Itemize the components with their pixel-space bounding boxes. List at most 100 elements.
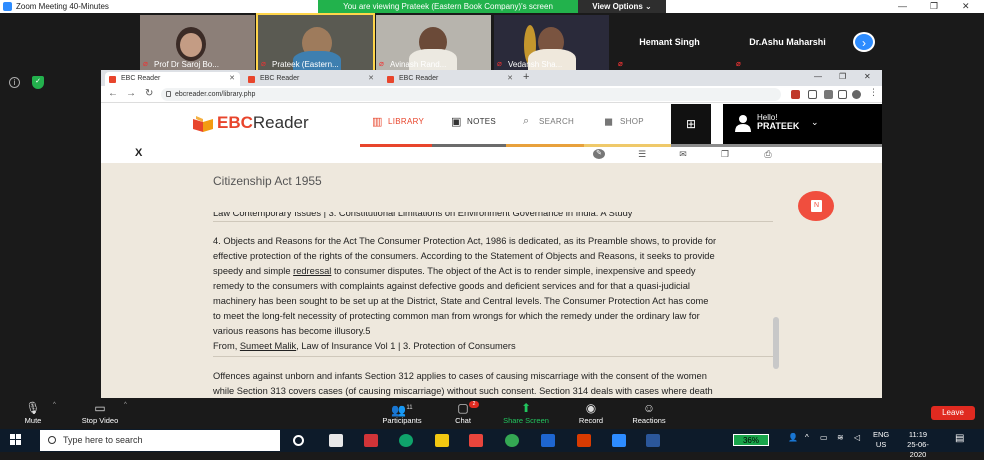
chevron-up-icon[interactable]: ^ — [53, 402, 56, 408]
tab-close-icon[interactable]: ✕ — [229, 72, 235, 86]
tab-label: EBC Reader — [260, 75, 300, 82]
windows-start-icon[interactable] — [10, 434, 22, 446]
store-icon[interactable] — [329, 434, 343, 447]
new-tab-icon[interactable]: + — [523, 71, 529, 83]
notifications-icon[interactable]: ▤ — [955, 433, 964, 444]
user-menu-button[interactable]: Hello! PRATEEK ⌄ — [723, 104, 882, 144]
taskbar-clock[interactable]: 11:19 25-06-2020 — [900, 430, 936, 460]
viewing-banner: You are viewing Prateek (Eastern Book Co… — [318, 0, 578, 13]
participant-tile[interactable]: Hemant Singh ⌀ — [612, 15, 727, 70]
media-icon[interactable] — [469, 434, 483, 447]
battery-indicator[interactable]: 36% — [733, 434, 769, 446]
chevron-down-icon: ⌄ — [811, 117, 819, 127]
volume-icon[interactable]: ◁ — [854, 433, 860, 442]
browser-minimize-icon[interactable]: — — [814, 72, 822, 81]
zoom-app-icon[interactable] — [541, 434, 555, 447]
language-indicator[interactable]: ENG US — [873, 430, 889, 450]
browser-tab-bar: EBC Reader ✕ EBC Reader ✕ EBC Reader ✕ +… — [101, 70, 882, 86]
document-title: Citizenship Act 1955 — [213, 174, 322, 188]
zoom-taskbar-icon[interactable] — [612, 434, 626, 447]
close-icon[interactable]: ✕ — [962, 1, 970, 12]
text-line: while Section 313 covers cases (of causi… — [213, 386, 713, 396]
battery-icon[interactable]: ▭ — [820, 433, 828, 442]
chevron-up-icon[interactable]: ^ — [805, 433, 809, 442]
participant-tile-active[interactable]: ⌀ Prateek (Eastern... — [256, 13, 375, 72]
chevron-up-icon[interactable]: ^ — [124, 402, 127, 408]
participants-button[interactable]: 👥11 Participants — [372, 400, 432, 425]
people-icon[interactable]: 👤 — [788, 433, 798, 442]
cortana-icon[interactable] — [293, 435, 304, 446]
divider — [213, 221, 773, 222]
browser-close-icon[interactable]: ✕ — [864, 72, 871, 81]
extension-shield-icon[interactable] — [791, 90, 800, 99]
close-reader-button[interactable]: X — [135, 147, 142, 159]
reactions-button[interactable]: ☺ Reactions — [619, 400, 679, 425]
ebc-logo-text[interactable]: EBCReader — [217, 113, 309, 133]
text-line: speedy and simple redressal to consumer … — [213, 266, 696, 276]
info-icon[interactable]: i — [9, 77, 20, 88]
participant-face — [180, 33, 202, 57]
restore-icon[interactable]: ❐ — [930, 1, 938, 12]
apps-grid-button[interactable]: ⊞ — [671, 104, 711, 144]
share-screen-button[interactable]: ⬆ Share Screen — [496, 400, 556, 425]
shield-icon[interactable]: ✓ — [32, 76, 44, 89]
extension-box-icon[interactable] — [808, 90, 817, 99]
gallery-next-button[interactable]: › — [853, 32, 875, 52]
tab-close-icon[interactable]: ✕ — [507, 72, 513, 86]
ebc-favicon-icon — [109, 76, 116, 83]
word-icon[interactable] — [646, 434, 660, 447]
view-options-button[interactable]: View Options ⌄ — [578, 0, 666, 13]
wifi-icon[interactable]: ≋ — [837, 433, 844, 442]
mail-app-icon[interactable] — [364, 434, 378, 447]
profile-avatar-icon[interactable] — [852, 90, 861, 99]
text-settings-icon[interactable]: ☰ — [636, 149, 648, 159]
minimize-icon[interactable]: — — [898, 1, 907, 11]
participant-tile[interactable]: ⌀ Avinash Rand... — [376, 15, 491, 70]
nav-notes[interactable]: ▣ NOTES — [451, 116, 496, 128]
extension-cast-icon[interactable] — [824, 90, 833, 99]
text-line: 4. Objects and Reasons for the Act The C… — [213, 236, 717, 246]
search-icon — [48, 436, 56, 444]
ebc-favicon-icon — [248, 76, 255, 83]
mute-button[interactable]: 🎙 Mute ^ — [3, 400, 63, 425]
browser-tab[interactable]: EBC Reader ✕ — [244, 72, 379, 86]
chrome-icon[interactable] — [505, 434, 519, 447]
record-button[interactable]: ◉ Record — [561, 400, 621, 425]
text-line: remedy to the consumers with complaints … — [213, 281, 690, 291]
browser-tab[interactable]: EBC Reader ✕ — [105, 72, 240, 86]
browser-restore-icon[interactable]: ❐ — [839, 72, 846, 81]
back-icon[interactable]: ← — [108, 88, 118, 99]
copy-icon[interactable]: ❐ — [719, 149, 731, 159]
taskbar-search-input[interactable]: Type here to search — [40, 430, 280, 451]
nav-shop[interactable]: ◼ SHOP — [604, 116, 644, 128]
browser-menu-icon[interactable]: ⋮ — [869, 87, 878, 97]
participant-tile[interactable]: ⌀ Prof Dr Saroj Bo... — [140, 15, 255, 70]
extension-window-icon[interactable] — [838, 90, 847, 99]
notes-float-button[interactable]: N — [798, 191, 834, 221]
scrollbar-thumb[interactable] — [773, 317, 779, 369]
lock-icon — [166, 91, 171, 97]
powerpoint-icon[interactable] — [577, 434, 591, 447]
annotate-icon[interactable]: ✎ — [593, 149, 605, 159]
participant-gallery: ⌀ Prof Dr Saroj Bo... ⌀ Prateek (Eastern… — [0, 13, 984, 72]
participant-tile[interactable]: Dr.Ashu Maharshi ⌀ — [730, 15, 845, 70]
mail-icon[interactable]: ✉ — [677, 149, 689, 159]
nav-search[interactable]: ⌕ SEARCH — [523, 115, 574, 127]
stop-video-button[interactable]: ▭ Stop Video ^ — [70, 400, 130, 425]
reader-toolbar: X ✎ ☰ ✉ ❐ ⎙ — [101, 147, 882, 163]
edge-icon[interactable] — [399, 434, 413, 447]
file-explorer-icon[interactable] — [435, 434, 449, 447]
url-input[interactable]: ebcreader.com/library.php — [161, 88, 781, 101]
leave-meeting-button[interactable]: Leave — [931, 406, 975, 420]
forward-icon[interactable]: → — [126, 88, 136, 99]
tab-close-icon[interactable]: ✕ — [368, 72, 374, 86]
divider — [213, 356, 773, 357]
reload-icon[interactable]: ↻ — [145, 88, 153, 99]
chat-button[interactable]: ▢ Chat 2 — [433, 400, 493, 425]
participant-tile[interactable]: ⌀ Vedansh Sha... — [494, 15, 609, 70]
print-icon[interactable]: ⎙ — [762, 149, 774, 159]
browser-tab[interactable]: EBC Reader ✕ — [383, 72, 518, 86]
url-text: ebcreader.com/library.php — [175, 91, 256, 98]
reader-content: Citizenship Act 1955 N Law Contemporary … — [101, 163, 882, 398]
nav-library[interactable]: ▥ LIBRARY — [372, 116, 424, 128]
